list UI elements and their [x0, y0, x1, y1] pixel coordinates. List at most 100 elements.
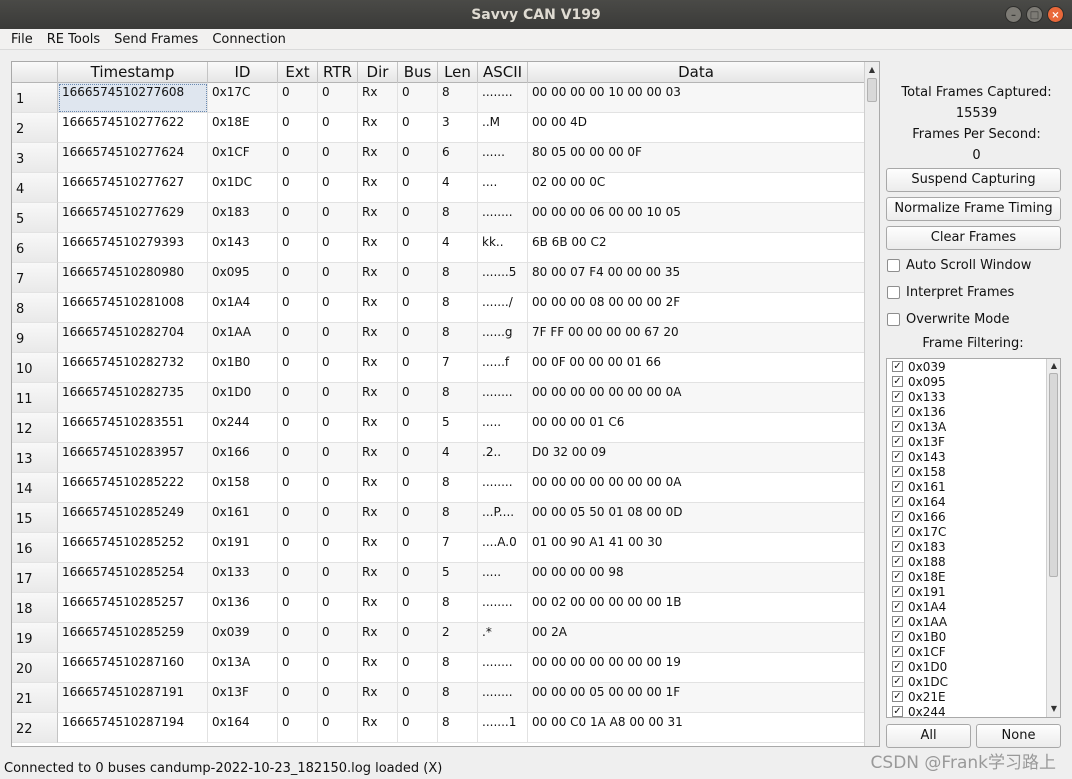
cell-row-number[interactable]: 14 — [12, 473, 58, 503]
cell-rtr[interactable]: 0 — [318, 653, 358, 683]
cell-ascii[interactable]: kk.. — [478, 233, 528, 263]
cell-rtr[interactable]: 0 — [318, 233, 358, 263]
cell-id[interactable]: 0x136 — [208, 593, 278, 623]
cell-len[interactable]: 8 — [438, 203, 478, 233]
cell-data[interactable]: 00 00 00 00 00 00 00 19 — [528, 653, 865, 683]
cell-data[interactable]: 00 00 4D — [528, 113, 865, 143]
cell-len[interactable]: 8 — [438, 83, 478, 113]
checkmark-icon[interactable]: ✓ — [892, 691, 903, 702]
cell-data[interactable]: 7F FF 00 00 00 00 67 20 — [528, 323, 865, 353]
filter-item[interactable]: ✓ 0x166 — [887, 509, 1060, 524]
checkbox-box[interactable] — [887, 286, 900, 299]
table-row[interactable]: 6 1666574510279393 0x143 0 0 Rx 0 4 kk.. 6B 6B 00… — [12, 233, 865, 263]
cell-id[interactable]: 0x13A — [208, 653, 278, 683]
cell-row-number[interactable]: 6 — [12, 233, 58, 263]
cell-ext[interactable]: 0 — [278, 473, 318, 503]
cell-ext[interactable]: 0 — [278, 143, 318, 173]
checkmark-icon[interactable]: ✓ — [892, 616, 903, 627]
cell-bus[interactable]: 0 — [398, 113, 438, 143]
cell-rtr[interactable]: 0 — [318, 473, 358, 503]
checkmark-icon[interactable]: ✓ — [892, 496, 903, 507]
cell-ascii[interactable]: .... — [478, 173, 528, 203]
cell-row-number[interactable]: 5 — [12, 203, 58, 233]
cell-ascii[interactable]: .2.. — [478, 443, 528, 473]
cell-data[interactable]: 00 02 00 00 00 00 00 1B — [528, 593, 865, 623]
filter-item[interactable]: ✓ 0x136 — [887, 404, 1060, 419]
cell-id[interactable]: 0x166 — [208, 443, 278, 473]
cell-ext[interactable]: 0 — [278, 353, 318, 383]
cell-bus[interactable]: 0 — [398, 383, 438, 413]
cell-rtr[interactable]: 0 — [318, 263, 358, 293]
maximize-icon[interactable]: □ — [1026, 6, 1043, 23]
cell-row-number[interactable]: 11 — [12, 383, 58, 413]
cell-id[interactable]: 0x1D0 — [208, 383, 278, 413]
cell-rtr[interactable]: 0 — [318, 503, 358, 533]
cell-rtr[interactable]: 0 — [318, 383, 358, 413]
table-row[interactable]: 22 1666574510287194 0x164 0 0 Rx 0 8 .......1 00 … — [12, 713, 865, 743]
cell-data[interactable]: 00 00 00 01 C6 — [528, 413, 865, 443]
filter-item[interactable]: ✓ 0x17C — [887, 524, 1060, 539]
table-row[interactable]: 18 1666574510285257 0x136 0 0 Rx 0 8........ 00 … — [12, 593, 865, 623]
table-row[interactable]: 19 1666574510285259 0x039 0 0 Rx 0 2 .* 00 2A — [12, 623, 865, 653]
filter-item[interactable]: ✓ 0x1D0 — [887, 659, 1060, 674]
column-header-row-number[interactable] — [12, 62, 58, 83]
cell-data[interactable]: 00 00 00 08 00 00 00 2F — [528, 293, 865, 323]
cell-row-number[interactable]: 9 — [12, 323, 58, 353]
cell-timestamp[interactable]: 1666574510287160 — [58, 653, 208, 683]
cell-id[interactable]: 0x1CF — [208, 143, 278, 173]
cell-ascii[interactable]: ........ — [478, 683, 528, 713]
cell-row-number[interactable]: 7 — [12, 263, 58, 293]
cell-ascii[interactable]: ......f — [478, 353, 528, 383]
cell-len[interactable]: 8 — [438, 293, 478, 323]
filter-item[interactable]: ✓ 0x095 — [887, 374, 1060, 389]
cell-len[interactable]: 4 — [438, 443, 478, 473]
cell-ascii[interactable]: ......./ — [478, 293, 528, 323]
cell-dir[interactable]: Rx — [358, 593, 398, 623]
table-row[interactable]: 17 1666574510285254 0x133 0 0 Rx 0 5..... 00 00 … — [12, 563, 865, 593]
filter-item[interactable]: ✓ 0x143 — [887, 449, 1060, 464]
filter-item[interactable]: ✓ 0x1A4 — [887, 599, 1060, 614]
cell-dir[interactable]: Rx — [358, 473, 398, 503]
cell-bus[interactable]: 0 — [398, 503, 438, 533]
cell-len[interactable]: 7 — [438, 353, 478, 383]
cell-ext[interactable]: 0 — [278, 113, 318, 143]
cell-timestamp[interactable]: 1666574510281008 — [58, 293, 208, 323]
checkmark-icon[interactable]: ✓ — [892, 421, 903, 432]
menu-send-frames[interactable]: Send Frames — [107, 32, 205, 47]
cell-dir[interactable]: Rx — [358, 353, 398, 383]
cell-rtr[interactable]: 0 — [318, 413, 358, 443]
checkmark-icon[interactable]: ✓ — [892, 676, 903, 687]
filter-item[interactable]: ✓ 0x188 — [887, 554, 1060, 569]
cell-len[interactable]: 5 — [438, 413, 478, 443]
cell-dir[interactable]: Rx — [358, 413, 398, 443]
cell-data[interactable]: 80 00 07 F4 00 00 00 35 — [528, 263, 865, 293]
cell-rtr[interactable]: 0 — [318, 293, 358, 323]
cell-timestamp[interactable]: 1666574510285252 — [58, 533, 208, 563]
cell-ext[interactable]: 0 — [278, 323, 318, 353]
table-row[interactable]: 5 1666574510277629 0x183 0 0 Rx 0 8........ 00 0… — [12, 203, 865, 233]
filter-item[interactable]: ✓ 0x161 — [887, 479, 1060, 494]
checkmark-icon[interactable]: ✓ — [892, 436, 903, 447]
cell-rtr[interactable]: 0 — [318, 173, 358, 203]
cell-rtr[interactable]: 0 — [318, 593, 358, 623]
clear-frames-button[interactable]: Clear Frames — [886, 226, 1061, 250]
cell-timestamp[interactable]: 1666574510280980 — [58, 263, 208, 293]
cell-dir[interactable]: Rx — [358, 173, 398, 203]
cell-timestamp[interactable]: 1666574510277629 — [58, 203, 208, 233]
table-row[interactable]: 3 1666574510277624 0x1CF 0 0 Rx 0 6...... 80 05 … — [12, 143, 865, 173]
cell-timestamp[interactable]: 1666574510277608 — [58, 83, 208, 113]
cell-rtr[interactable]: 0 — [318, 443, 358, 473]
cell-row-number[interactable]: 12 — [12, 413, 58, 443]
filter-item[interactable]: ✓ 0x164 — [887, 494, 1060, 509]
checkbox-box[interactable] — [887, 259, 900, 272]
cell-id[interactable]: 0x183 — [208, 203, 278, 233]
cell-len[interactable]: 8 — [438, 503, 478, 533]
table-row[interactable]: 1 1666574510277608 0x17C 0 0 Rx 0 8........ 00 0… — [12, 83, 865, 113]
cell-dir[interactable]: Rx — [358, 83, 398, 113]
cell-ascii[interactable]: .......5 — [478, 263, 528, 293]
cell-id[interactable]: 0x18E — [208, 113, 278, 143]
cell-row-number[interactable]: 22 — [12, 713, 58, 743]
cell-data[interactable]: 02 00 00 0C — [528, 173, 865, 203]
filter-item[interactable]: ✓ 0x13F — [887, 434, 1060, 449]
table-row[interactable]: 15 1666574510285249 0x161 0 0 Rx 0 8 ...P.... 00 … — [12, 503, 865, 533]
